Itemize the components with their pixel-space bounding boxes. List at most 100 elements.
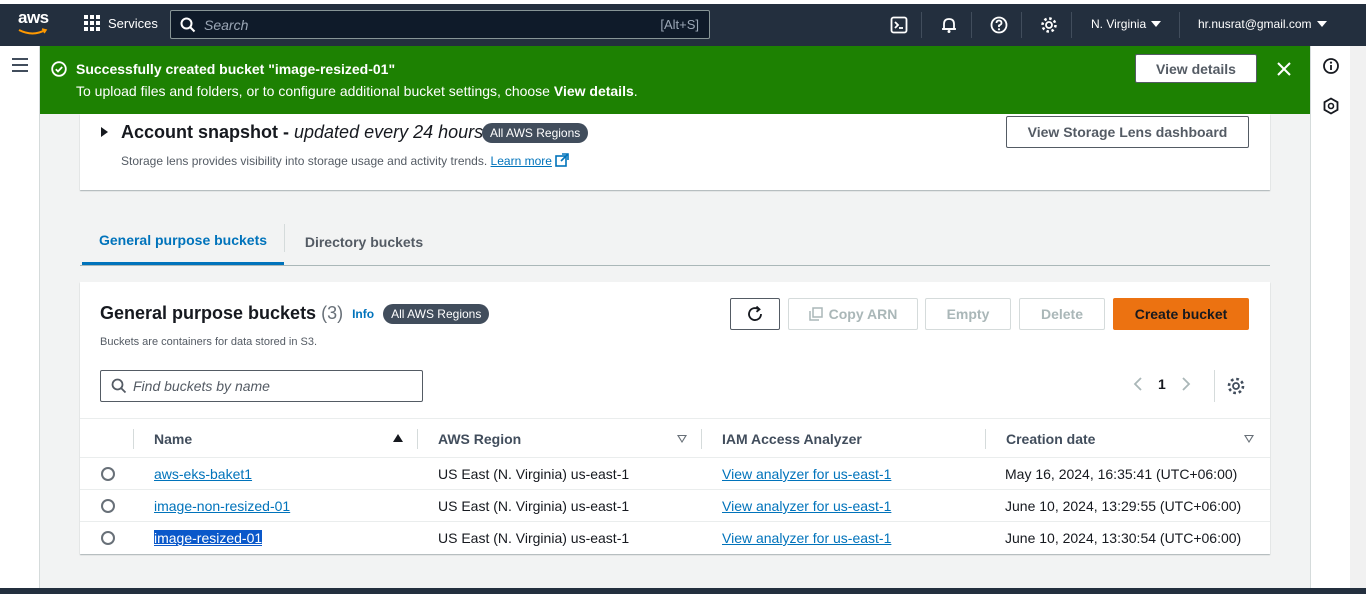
menu-icon[interactable] [12, 58, 28, 76]
cloudshell-icon[interactable] [888, 14, 910, 36]
copy-arn-button[interactable]: Copy ARN [788, 298, 918, 330]
column-creation-date[interactable]: Creation date [1006, 431, 1095, 447]
bucket-tabs: General purpose buckets Directory bucket… [80, 218, 1270, 266]
info-icon[interactable] [1322, 57, 1340, 75]
search-icon [180, 17, 196, 32]
caret-down-icon [1316, 21, 1327, 27]
find-buckets-placeholder: Find buckets by name [133, 378, 270, 394]
aws-logo[interactable]: aws [18, 9, 52, 39]
bucket-name-link[interactable]: aws-eks-baket1 [154, 466, 252, 482]
table-row: aws-eks-baket1 US East (N. Virginia) us-… [80, 458, 1270, 490]
search-shortcut: [Alt+S] [660, 17, 699, 32]
creation-date: June 10, 2024, 13:29:55 (UTC+06:00) [1005, 498, 1242, 514]
flash-message-suffix: . [633, 83, 638, 99]
services-label: Services [108, 15, 158, 31]
services-grid-icon [84, 15, 100, 31]
gear-icon[interactable] [1038, 14, 1060, 36]
create-bucket-button[interactable]: Create bucket [1113, 298, 1249, 330]
scrollbar[interactable] [1350, 46, 1366, 588]
bucket-count: (3) [321, 303, 344, 323]
aws-logo-text: aws [18, 8, 49, 27]
success-flash-banner: Successfully created bucket "image-resiz… [40, 46, 1310, 114]
view-storage-lens-button[interactable]: View Storage Lens dashboard [1006, 116, 1249, 148]
column-aws-region[interactable]: AWS Region [438, 431, 521, 447]
view-analyzer-link[interactable]: View analyzer for us-east-1 [722, 466, 891, 482]
flash-message-text: To upload files and folders, or to confi… [76, 83, 554, 99]
expand-triangle-icon[interactable] [101, 127, 108, 137]
snapshot-description-text: Storage lens provides visibility into st… [121, 154, 488, 168]
refresh-button[interactable] [730, 298, 780, 330]
view-analyzer-link[interactable]: View analyzer for us-east-1 [722, 498, 891, 514]
account-label: hr.nusrat@gmail.com [1198, 17, 1312, 31]
region-badge: All AWS Regions [482, 123, 589, 143]
empty-button[interactable]: Empty [925, 298, 1011, 330]
chevron-right-icon[interactable] [1180, 376, 1192, 392]
close-icon[interactable] [1273, 58, 1295, 80]
bucket-name-link[interactable]: image-non-resized-01 [154, 498, 290, 514]
services-menu[interactable]: Services [84, 15, 158, 31]
right-sidebar [1310, 46, 1350, 588]
account-snapshot-panel: Account snapshot - updated every 24 hour… [80, 114, 1270, 190]
column-name[interactable]: Name [154, 431, 192, 447]
snapshot-title: Account snapshot [121, 122, 279, 142]
hexagon-icon[interactable] [1322, 97, 1340, 115]
learn-more-link[interactable]: Learn more [491, 154, 552, 168]
bucket-region: US East (N. Virginia) us-east-1 [438, 530, 630, 546]
sort-descending-icon[interactable] [1244, 435, 1254, 443]
panel-title: General purpose buckets [100, 303, 317, 323]
column-iam-access-analyzer: IAM Access Analyzer [722, 431, 862, 447]
caret-down-icon [1151, 21, 1162, 27]
bell-icon[interactable] [938, 14, 960, 36]
bucket-region: US East (N. Virginia) us-east-1 [438, 498, 630, 514]
tab-general-purpose-buckets[interactable]: General purpose buckets [82, 218, 284, 265]
row-select-radio[interactable] [101, 499, 115, 513]
global-search-input[interactable]: Search [Alt+S] [170, 10, 710, 39]
account-menu[interactable]: hr.nusrat@gmail.com [1198, 17, 1327, 31]
region-badge: All AWS Regions [383, 303, 490, 324]
view-details-button[interactable]: View details [1135, 54, 1257, 83]
row-select-radio[interactable] [101, 467, 115, 481]
find-buckets-input[interactable]: Find buckets by name [100, 370, 423, 402]
bucket-name-link[interactable]: image-resized-01 [154, 530, 263, 546]
region-selector[interactable]: N. Virginia [1091, 17, 1162, 31]
buckets-panel: General purpose buckets (3) Info All AWS… [80, 282, 1270, 554]
page-number[interactable]: 1 [1158, 376, 1166, 392]
aws-smile-icon [18, 28, 48, 35]
sort-descending-icon[interactable] [677, 435, 687, 443]
delete-button[interactable]: Delete [1019, 298, 1105, 330]
view-analyzer-link[interactable]: View analyzer for us-east-1 [722, 530, 891, 546]
tab-directory-buckets[interactable]: Directory buckets [290, 218, 438, 265]
chevron-left-icon[interactable] [1132, 376, 1144, 392]
snapshot-description: Storage lens provides visibility into st… [121, 153, 570, 168]
info-link[interactable]: Info [352, 307, 374, 321]
flash-message: To upload files and folders, or to confi… [76, 83, 638, 99]
bottom-bar [0, 588, 1366, 594]
check-circle-icon [51, 61, 67, 77]
table-row: image-resized-01 US East (N. Virginia) u… [80, 522, 1270, 554]
table-header: Name AWS Region IAM Access Analyzer Crea… [80, 418, 1270, 458]
panel-description: Buckets are containers for data stored i… [100, 336, 318, 348]
flash-title: Successfully created bucket "image-resiz… [76, 61, 396, 77]
table-row: image-non-resized-01 US East (N. Virgini… [80, 490, 1270, 522]
sort-ascending-icon[interactable] [393, 434, 403, 442]
flash-message-bold: View details [553, 83, 634, 99]
row-select-radio[interactable] [101, 531, 115, 545]
help-icon[interactable] [988, 14, 1010, 36]
creation-date: May 16, 2024, 16:35:41 (UTC+06:00) [1005, 466, 1238, 482]
external-link-icon[interactable] [555, 153, 570, 167]
snapshot-separator: - [278, 122, 295, 142]
refresh-icon [748, 305, 762, 321]
snapshot-subtitle: updated every 24 hours [294, 122, 484, 142]
copy-icon [808, 307, 823, 321]
search-placeholder: Search [204, 16, 249, 33]
snapshot-heading[interactable]: Account snapshot - updated every 24 hour… [121, 122, 483, 143]
pagination: 1 [1132, 376, 1192, 392]
preferences-gear-icon[interactable] [1226, 376, 1246, 396]
top-navigation: aws Services Search [Alt+S] N. Virginia … [0, 0, 1366, 46]
copy-arn-label: Copy ARN [828, 306, 898, 322]
creation-date: June 10, 2024, 13:30:54 (UTC+06:00) [1005, 530, 1242, 546]
panel-header: General purpose buckets (3) Info All AWS… [100, 303, 490, 324]
search-icon [111, 378, 127, 394]
bucket-region: US East (N. Virginia) us-east-1 [438, 466, 630, 482]
region-label: N. Virginia [1091, 17, 1147, 31]
